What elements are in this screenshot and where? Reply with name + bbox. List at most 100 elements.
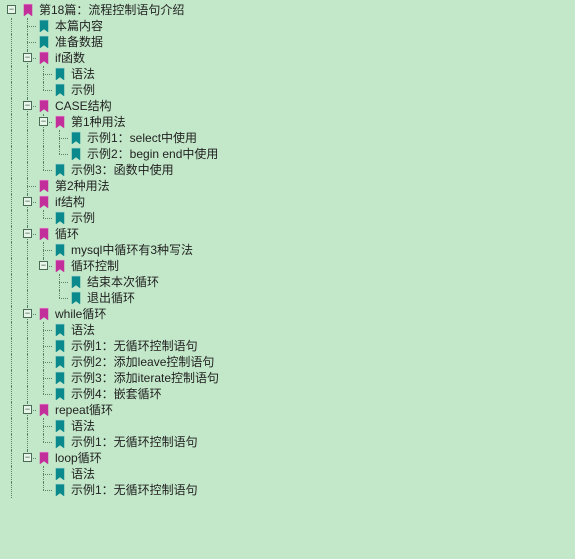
tree-connector: −	[20, 50, 36, 66]
tree-row[interactable]: − 循环控制	[4, 258, 575, 274]
bookmark-icon	[53, 323, 67, 337]
tree-label: 语法	[70, 322, 95, 338]
tree-label: while循环	[54, 306, 106, 322]
tree-label: 示例1：无循环控制语句	[70, 338, 198, 354]
bookmark-icon	[53, 339, 67, 353]
tree-row[interactable]: − while循环	[4, 306, 575, 322]
tree-label: 示例3：函数中使用	[70, 162, 174, 178]
tree-connector	[36, 386, 52, 402]
tree-label: if函数	[54, 50, 85, 66]
tree-row[interactable]: − repeat循环	[4, 402, 575, 418]
tree-row[interactable]: 示例3：添加iterate控制语句	[4, 370, 575, 386]
bookmark-icon	[53, 387, 67, 401]
bookmark-icon	[37, 179, 51, 193]
bookmark-icon	[69, 131, 83, 145]
tree-label: 示例	[70, 82, 95, 98]
tree-row[interactable]: 示例1：无循环控制语句	[4, 482, 575, 498]
tree-row[interactable]: − if函数	[4, 50, 575, 66]
tree-row[interactable]: − CASE结构	[4, 98, 575, 114]
tree-connector	[36, 322, 52, 338]
collapse-icon[interactable]: −	[7, 5, 16, 14]
tree-connector: −	[20, 450, 36, 466]
tree-indent	[20, 354, 36, 370]
bookmark-icon	[53, 67, 67, 81]
tree-label: 本篇内容	[54, 18, 103, 34]
collapse-icon[interactable]: −	[39, 261, 48, 270]
tree-connector	[36, 466, 52, 482]
tree-row[interactable]: 示例4：嵌套循环	[4, 386, 575, 402]
tree-connector	[36, 338, 52, 354]
collapse-icon[interactable]: −	[23, 405, 32, 414]
bookmark-icon	[21, 3, 35, 17]
tree-indent	[4, 338, 20, 354]
tree-row[interactable]: 语法	[4, 322, 575, 338]
tree-indent	[4, 306, 20, 322]
collapse-icon[interactable]: −	[23, 309, 32, 318]
tree-row[interactable]: 示例	[4, 210, 575, 226]
tree-row[interactable]: 第2种用法	[4, 178, 575, 194]
tree-connector: −	[36, 114, 52, 130]
bookmark-icon	[53, 259, 67, 273]
tree-label: 循环控制	[70, 258, 119, 274]
tree-row[interactable]: 示例2：begin end中使用	[4, 146, 575, 162]
tree-indent	[20, 338, 36, 354]
tree-row[interactable]: 示例1：无循环控制语句	[4, 338, 575, 354]
tree-row[interactable]: 示例1：无循环控制语句	[4, 434, 575, 450]
tree-connector	[36, 354, 52, 370]
tree-row[interactable]: 退出循环	[4, 290, 575, 306]
tree-connector	[36, 66, 52, 82]
tree-row[interactable]: 语法	[4, 66, 575, 82]
tree-row[interactable]: 示例	[4, 82, 575, 98]
bookmark-icon	[37, 19, 51, 33]
collapse-icon[interactable]: −	[23, 101, 32, 110]
tree-connector	[36, 242, 52, 258]
tree-row[interactable]: mysql中循环有3种写法	[4, 242, 575, 258]
tree-indent	[20, 146, 36, 162]
bookmark-icon	[53, 483, 67, 497]
tree-row[interactable]: − 循环	[4, 226, 575, 242]
tree-row[interactable]: − 第18篇：流程控制语句介绍	[4, 2, 575, 18]
collapse-icon[interactable]: −	[39, 117, 48, 126]
collapse-icon[interactable]: −	[23, 229, 32, 238]
tree-row[interactable]: 示例3：函数中使用	[4, 162, 575, 178]
tree-indent	[20, 434, 36, 450]
tree-indent	[4, 242, 20, 258]
tree-indent	[4, 18, 20, 34]
tree-connector: −	[4, 2, 20, 18]
tree-indent	[4, 66, 20, 82]
tree-indent	[4, 386, 20, 402]
tree-indent	[4, 290, 20, 306]
tree-indent	[20, 386, 36, 402]
tree-connector	[36, 370, 52, 386]
tree-row[interactable]: 结束本次循环	[4, 274, 575, 290]
tree-indent	[4, 274, 20, 290]
tree-row[interactable]: 示例2：添加leave控制语句	[4, 354, 575, 370]
bookmark-icon	[53, 435, 67, 449]
bookmark-icon	[53, 115, 67, 129]
tree-connector	[20, 18, 36, 34]
tree-indent	[4, 482, 20, 498]
tree-label: 示例1：无循环控制语句	[70, 482, 198, 498]
tree-row[interactable]: − 第1种用法	[4, 114, 575, 130]
tree-row[interactable]: 示例1：select中使用	[4, 130, 575, 146]
collapse-icon[interactable]: −	[23, 453, 32, 462]
tree-label: 示例4：嵌套循环	[70, 386, 162, 402]
bookmark-icon	[37, 227, 51, 241]
tree-indent	[4, 114, 20, 130]
tree-connector	[36, 162, 52, 178]
bookmark-icon	[53, 211, 67, 225]
tree-indent	[20, 114, 36, 130]
tree-row[interactable]: 准备数据	[4, 34, 575, 50]
tree-indent	[20, 322, 36, 338]
tree-row[interactable]: 语法	[4, 418, 575, 434]
collapse-icon[interactable]: −	[23, 53, 32, 62]
tree-indent	[4, 226, 20, 242]
bookmark-icon	[53, 243, 67, 257]
collapse-icon[interactable]: −	[23, 197, 32, 206]
tree-row[interactable]: − loop循环	[4, 450, 575, 466]
tree-indent	[4, 322, 20, 338]
tree-row[interactable]: − if结构	[4, 194, 575, 210]
tree-connector: −	[20, 306, 36, 322]
tree-row[interactable]: 本篇内容	[4, 18, 575, 34]
tree-row[interactable]: 语法	[4, 466, 575, 482]
